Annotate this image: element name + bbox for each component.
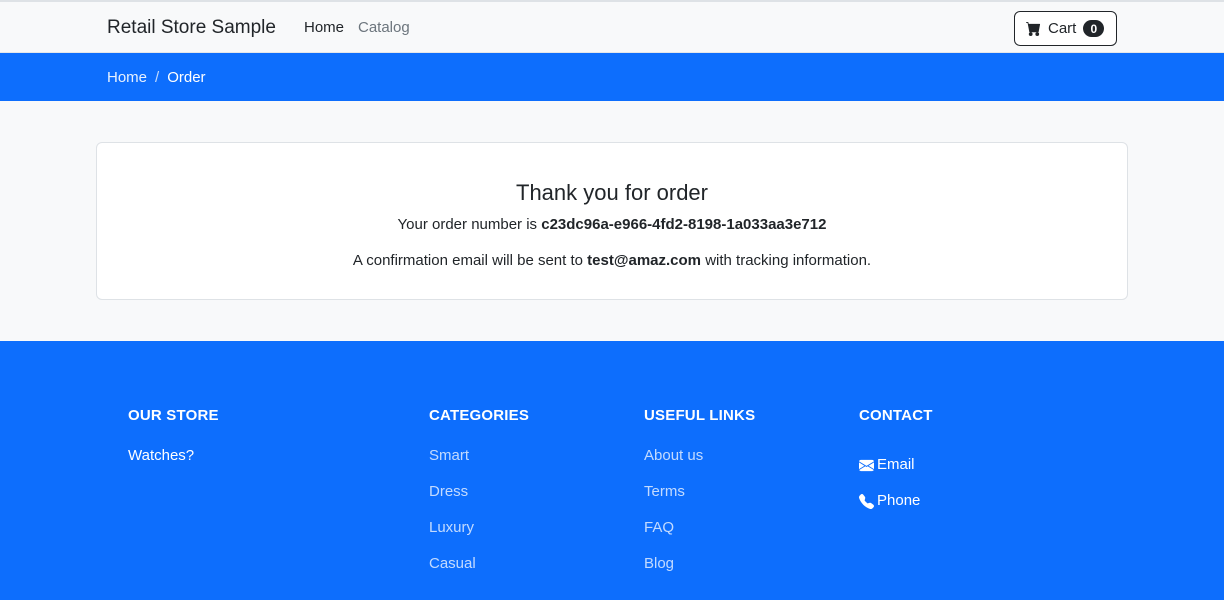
footer-link-terms[interactable]: Terms xyxy=(644,483,755,519)
footer-link-luxury[interactable]: Luxury xyxy=(429,519,529,555)
footer-email-label: Email xyxy=(877,456,915,473)
order-confirmation-card: Thank you for order Your order number is… xyxy=(96,142,1128,300)
footer-link-phone[interactable]: Phone xyxy=(859,483,933,519)
footer-link-smart[interactable]: Smart xyxy=(429,447,529,483)
breadcrumb-home-link[interactable]: Home xyxy=(107,69,147,86)
footer-link-blog[interactable]: Blog xyxy=(644,555,755,591)
cart-button[interactable]: Cart 0 xyxy=(1014,11,1117,46)
cart-icon xyxy=(1026,21,1041,36)
footer-heading-contact: CONTACT xyxy=(859,407,933,424)
footer-link-dress[interactable]: Dress xyxy=(429,483,529,519)
order-title: Thank you for order xyxy=(516,180,708,205)
footer-link-faq[interactable]: FAQ xyxy=(644,519,755,555)
cart-label: Cart xyxy=(1048,20,1077,37)
order-number-prefix: Your order number is xyxy=(397,216,538,233)
breadcrumb-bar: Home / Order xyxy=(0,53,1224,101)
footer-phone-label: Phone xyxy=(877,492,921,509)
confirmation-email: test@amaz.com xyxy=(587,252,702,269)
phone-icon xyxy=(859,493,874,509)
footer-heading-useful-links: USEFUL LINKS xyxy=(644,407,756,424)
confirmation-suffix: with tracking information. xyxy=(705,252,872,269)
footer-link-watches[interactable]: Watches? xyxy=(128,447,219,483)
top-navbar: Retail Store Sample Home Catalog Cart 0 xyxy=(0,0,1224,53)
site-footer: OUR STORE Watches? CATEGORIES Smart Dres… xyxy=(0,341,1224,600)
order-number: c23dc96a-e966-4fd2-8198-1a033aa3e712 xyxy=(541,216,827,233)
confirmation-prefix: A confirmation email will be sent to xyxy=(352,252,583,269)
footer-heading-categories: CATEGORIES xyxy=(429,407,530,424)
breadcrumb-separator: / xyxy=(155,69,160,86)
breadcrumb: Home / Order xyxy=(107,69,206,86)
breadcrumb-current: Order xyxy=(167,69,206,86)
footer-link-email[interactable]: Email xyxy=(859,447,933,483)
confirmation-line: A confirmation email will be sent to tes… xyxy=(97,252,1127,269)
envelope-icon xyxy=(859,459,874,471)
cart-count-badge: 0 xyxy=(1083,20,1105,37)
nav-link-catalog[interactable]: Catalog xyxy=(358,19,410,36)
footer-useful-links: USEFUL LINKS About us Terms FAQ Blog xyxy=(644,407,755,591)
footer-our-store: OUR STORE Watches? xyxy=(128,407,219,483)
brand-title[interactable]: Retail Store Sample xyxy=(107,17,276,39)
footer-link-casual[interactable]: Casual xyxy=(429,555,529,591)
footer-categories: CATEGORIES Smart Dress Luxury Casual xyxy=(429,407,529,591)
footer-contact: CONTACT Email Phone xyxy=(859,407,933,519)
nav-link-home[interactable]: Home xyxy=(304,19,344,36)
footer-heading-our-store: OUR STORE xyxy=(128,407,219,424)
footer-link-about-us[interactable]: About us xyxy=(644,447,755,483)
order-number-line: Your order number is c23dc96a-e966-4fd2-… xyxy=(97,216,1127,233)
